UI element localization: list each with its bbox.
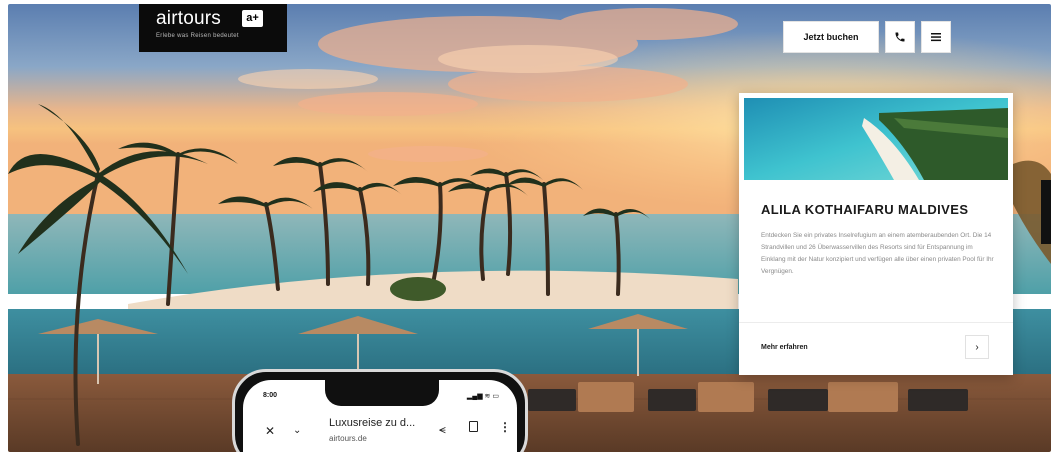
browser-domain: airtours.de (329, 434, 367, 443)
phone-icon (895, 32, 905, 42)
bookmark-icon[interactable] (469, 421, 478, 432)
chevron-down-icon[interactable]: ⌄ (293, 425, 301, 436)
card-divider (739, 322, 1013, 323)
book-now-button[interactable]: Jetzt buchen (783, 21, 879, 53)
side-tab[interactable] (1041, 180, 1051, 244)
logo-tagline: Erlebe was Reisen bedeutet (156, 33, 239, 39)
phone-notch (325, 380, 439, 406)
phone-mockup: 8:00 ▂▄▆ ≋ ▭ ✕ ⌄ Luxusreise zu d... airt… (232, 369, 528, 452)
hotel-name: ALILA KOTHAIFARU MALDIVES (761, 202, 969, 217)
more-options-icon[interactable]: ⋮ (499, 420, 511, 434)
logo-badge: a+ (242, 10, 263, 27)
phone-screen: 8:00 ▂▄▆ ≋ ▭ ✕ ⌄ Luxusreise zu d... airt… (243, 380, 517, 452)
hotel-card: ALILA KOTHAIFARU MALDIVES Entdecken Sie … (739, 93, 1013, 375)
share-icon[interactable]: ⪪ (439, 422, 446, 437)
hero-section: airtours a+ Erlebe was Reisen bedeutet J… (8, 4, 1051, 452)
airtours-logo[interactable]: airtours a+ Erlebe was Reisen bedeutet (139, 4, 287, 52)
menu-button[interactable] (921, 21, 951, 53)
card-arrow-button[interactable]: › (965, 335, 989, 359)
browser-page-title: Luxusreise zu d... (329, 417, 416, 429)
phone-button[interactable] (885, 21, 915, 53)
hotel-card-image (744, 98, 1008, 180)
learn-more-link[interactable]: Mehr erfahren (761, 344, 808, 351)
menu-icon (931, 33, 941, 42)
arrow-right-icon: › (975, 341, 979, 353)
logo-wordmark: airtours (156, 8, 221, 29)
status-icons: ▂▄▆ ≋ ▭ (466, 393, 499, 400)
close-icon[interactable]: ✕ (265, 424, 275, 438)
status-time: 8:00 (263, 392, 278, 399)
hotel-description: Entdecken Sie ein privates Inselrefugium… (761, 232, 994, 275)
